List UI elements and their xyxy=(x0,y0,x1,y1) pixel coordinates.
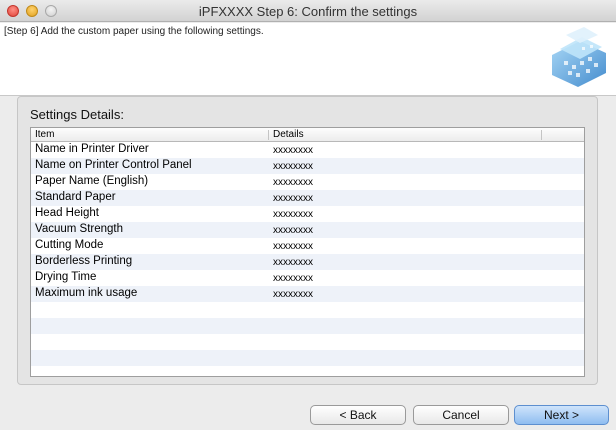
row-details: xxxxxxxx xyxy=(273,273,313,284)
row-details: xxxxxxxx xyxy=(273,209,313,220)
row-item: Standard Paper xyxy=(35,191,116,203)
row-details: xxxxxxxx xyxy=(273,257,313,268)
next-button[interactable]: Next > xyxy=(514,405,609,425)
table-header: Item Details xyxy=(31,128,584,142)
table-row[interactable]: Head Height xxxxxxxx xyxy=(31,206,584,222)
row-item: Borderless Printing xyxy=(35,255,133,267)
column-divider[interactable] xyxy=(541,130,542,140)
settings-details-group: Settings Details: Item Details Name in P… xyxy=(17,96,598,385)
column-header-item[interactable]: Item xyxy=(35,129,54,140)
empty-table-row xyxy=(31,302,584,318)
table-row[interactable]: Cutting Mode xxxxxxxx xyxy=(31,238,584,254)
table-row[interactable]: Maximum ink usage xxxxxxxx xyxy=(31,286,584,302)
row-item: Maximum ink usage xyxy=(35,287,138,299)
wizard-header: [Step 6] Add the custom paper using the … xyxy=(0,23,616,96)
row-details: xxxxxxxx xyxy=(273,161,313,172)
row-details: xxxxxxxx xyxy=(273,225,313,236)
row-item: Name on Printer Control Panel xyxy=(35,159,192,171)
title-bar[interactable]: iPFXXXX Step 6: Confirm the settings xyxy=(0,0,616,22)
wizard-window: iPFXXXX Step 6: Confirm the settings [St… xyxy=(0,0,616,430)
table-row[interactable]: Borderless Printing xxxxxxxx xyxy=(31,254,584,270)
row-item: Vacuum Strength xyxy=(35,223,124,235)
table-row[interactable]: Vacuum Strength xxxxxxxx xyxy=(31,222,584,238)
step-instruction: [Step 6] Add the custom paper using the … xyxy=(4,26,264,37)
table-row[interactable]: Name on Printer Control Panel xxxxxxxx xyxy=(31,158,584,174)
row-details: xxxxxxxx xyxy=(273,145,313,156)
row-item: Cutting Mode xyxy=(35,239,104,251)
row-item: Paper Name (English) xyxy=(35,175,149,187)
settings-table[interactable]: Item Details Name in Printer Driver xxxxx… xyxy=(30,127,585,377)
table-body: Name in Printer Driver xxxxxxxx Name on P… xyxy=(31,142,584,376)
row-item: Head Height xyxy=(35,207,99,219)
table-row[interactable]: Standard Paper xxxxxxxx xyxy=(31,190,584,206)
row-item: Drying Time xyxy=(35,271,97,283)
table-row[interactable]: Drying Time xxxxxxxx xyxy=(31,270,584,286)
table-row[interactable]: Paper Name (English) xxxxxxxx xyxy=(31,174,584,190)
empty-table-row xyxy=(31,350,584,366)
row-details: xxxxxxxx xyxy=(273,241,313,252)
empty-table-row xyxy=(31,366,584,376)
row-details: xxxxxxxx xyxy=(273,289,313,300)
table-row[interactable]: Name in Printer Driver xxxxxxxx xyxy=(31,142,584,158)
column-divider[interactable] xyxy=(268,130,269,140)
settings-details-label: Settings Details: xyxy=(30,107,124,122)
cancel-button[interactable]: Cancel xyxy=(413,405,509,425)
column-header-details[interactable]: Details xyxy=(273,129,304,140)
window-title: iPFXXXX Step 6: Confirm the settings xyxy=(198,4,418,19)
row-details: xxxxxxxx xyxy=(273,177,313,188)
empty-table-row xyxy=(31,318,584,334)
row-details: xxxxxxxx xyxy=(273,193,313,204)
row-item: Name in Printer Driver xyxy=(35,143,149,155)
empty-table-row xyxy=(31,334,584,350)
back-button[interactable]: < Back xyxy=(310,405,406,425)
printer-paper-graphic-icon xyxy=(552,27,606,87)
